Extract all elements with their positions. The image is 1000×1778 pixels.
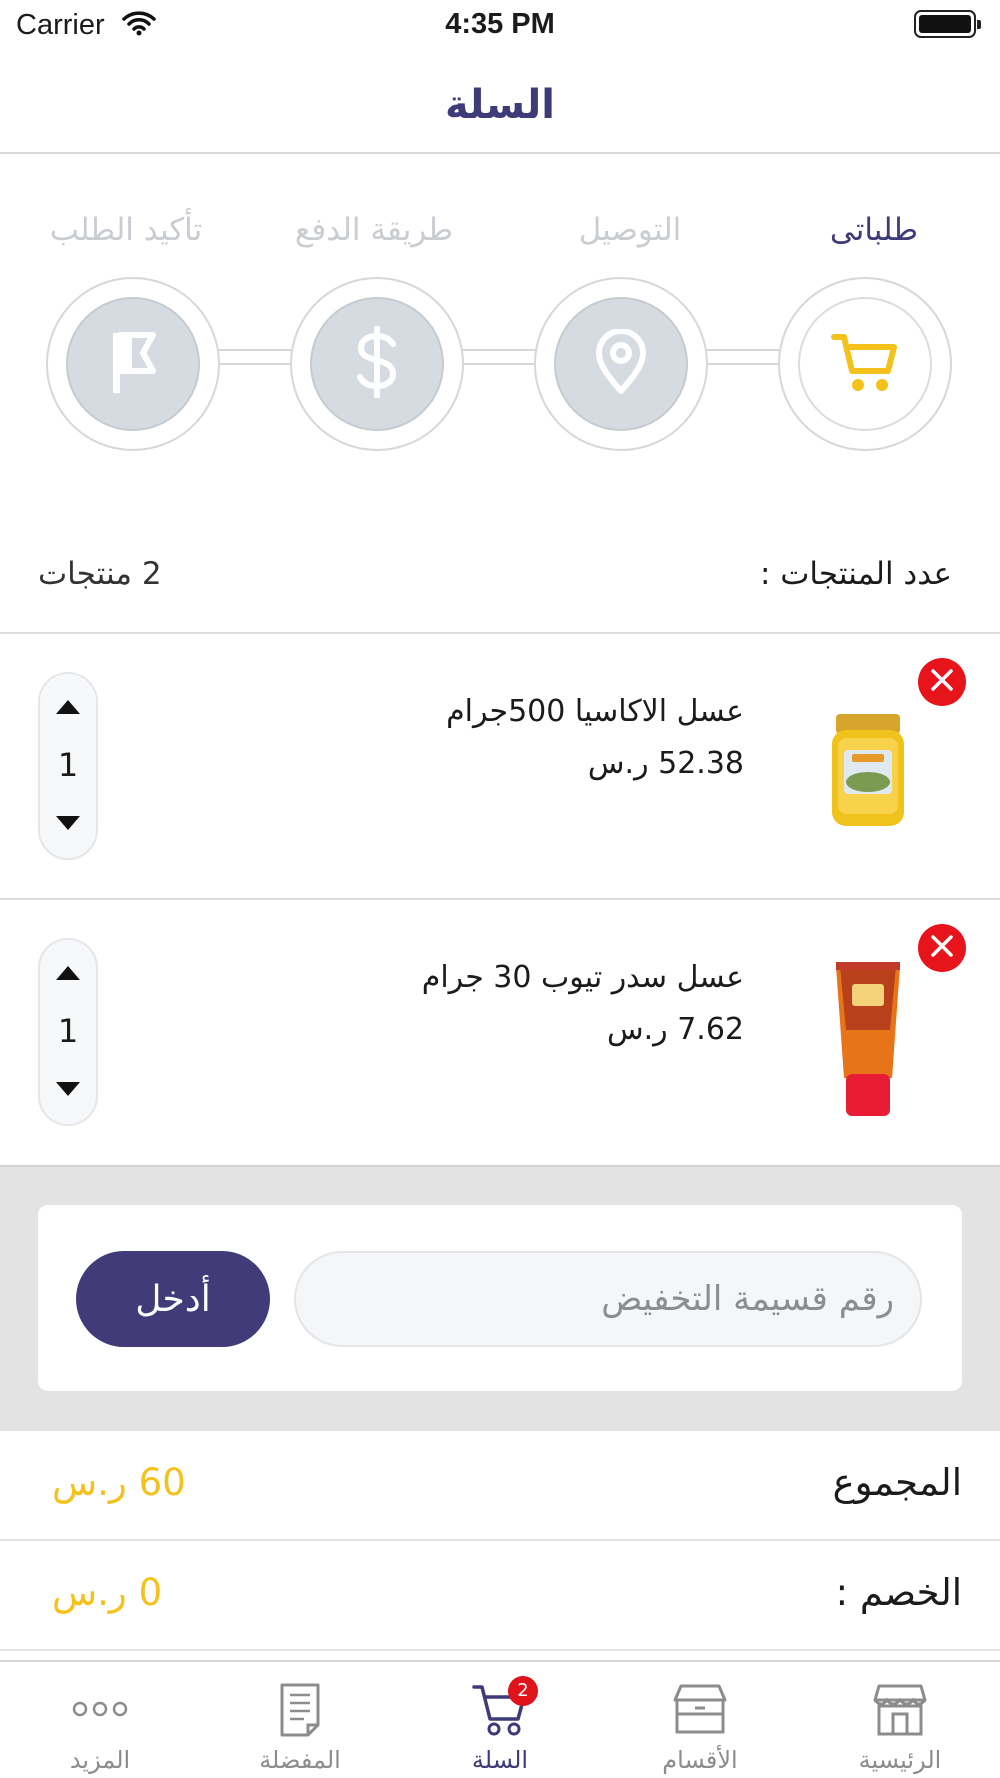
tab-label: السلة [471, 1746, 529, 1774]
dollar-icon [355, 325, 399, 402]
tab-label: المفضلة [259, 1746, 341, 1774]
discount-row: الخصم : 0 ر.س [0, 1541, 1000, 1651]
cart-item: عسل سدر تيوب 30 جرام 7.62 ر.س 1 [0, 900, 1000, 1164]
product-count-value: 2 منتجات [38, 556, 162, 592]
tab-more[interactable]: المزيد [0, 1680, 200, 1778]
step-orders[interactable] [778, 277, 952, 451]
store-icon [870, 1680, 930, 1738]
flag-icon [109, 329, 157, 399]
tab-bar: الرئيسية الأقسام 2 السلة المفضلة المزيد [0, 1660, 1000, 1778]
quantity-stepper: 1 [38, 938, 98, 1126]
apply-coupon-button[interactable]: أدخل [76, 1251, 270, 1347]
coupon-section: أدخل [0, 1165, 1000, 1431]
tab-cart[interactable]: 2 السلة [400, 1676, 600, 1778]
product-price: 52.38 ر.س [587, 746, 744, 781]
remove-item-button[interactable] [918, 924, 966, 972]
close-icon [930, 668, 954, 696]
triangle-down-icon [56, 815, 80, 834]
product-name: عسل سدر تيوب 30 جرام [421, 960, 744, 995]
tab-label: المزيد [69, 1746, 131, 1774]
tab-label: الرئيسية [858, 1746, 942, 1774]
status-bar: Carrier 4:35 PM [0, 0, 1000, 50]
box-icon [670, 1680, 730, 1738]
battery-icon [914, 10, 981, 38]
quantity-value: 1 [57, 746, 79, 784]
tab-home[interactable]: الرئيسية [800, 1680, 1000, 1778]
clock: 4:35 PM [445, 8, 555, 40]
step-label-delivery: التوصيل [578, 212, 682, 248]
total-value: 60 ر.س [52, 1461, 186, 1504]
step-label-payment: طريقة الدفع [294, 212, 454, 248]
total-label: المجموع [832, 1461, 962, 1504]
coupon-code-input[interactable] [294, 1251, 922, 1347]
tab-label: الأقسام [662, 1746, 738, 1774]
cart-icon [830, 329, 900, 399]
step-confirm[interactable] [46, 277, 220, 451]
location-pin-icon [595, 328, 647, 399]
nav-divider [0, 152, 1000, 154]
quantity-stepper: 1 [38, 672, 98, 860]
step-label-confirm: تأكيد الطلب [49, 212, 203, 248]
step-connector [216, 349, 296, 365]
discount-label: الخصم : [835, 1571, 962, 1614]
discount-value: 0 ر.س [52, 1571, 163, 1614]
honey-tube-image [818, 960, 918, 1116]
document-icon [270, 1680, 330, 1738]
step-delivery[interactable] [534, 277, 708, 451]
cart-badge: 2 [508, 1676, 538, 1706]
triangle-up-icon [56, 965, 80, 984]
step-connector [460, 349, 540, 365]
tab-favorites[interactable]: المفضلة [200, 1680, 400, 1778]
triangle-down-icon [56, 1081, 80, 1100]
product-count-label: عدد المنتجات : [759, 556, 952, 592]
increase-quantity-button[interactable] [40, 688, 96, 728]
more-dots-icon [70, 1680, 130, 1738]
page-title: السلة [444, 82, 556, 128]
total-row: المجموع 60 ر.س [0, 1431, 1000, 1541]
tab-categories[interactable]: الأقسام [600, 1680, 800, 1778]
triangle-up-icon [56, 699, 80, 718]
quantity-value: 1 [57, 1012, 79, 1050]
product-price: 7.62 ر.س [607, 1012, 744, 1047]
coupon-card: أدخل [38, 1205, 962, 1391]
decrease-quantity-button[interactable] [40, 1070, 96, 1110]
increase-quantity-button[interactable] [40, 954, 96, 994]
remove-item-button[interactable] [918, 658, 966, 706]
cart-item: عسل الاكاسيا 500جرام 52.38 ر.س 1 [0, 634, 1000, 898]
close-icon [930, 934, 954, 962]
step-payment[interactable] [290, 277, 464, 451]
honey-jar-image [818, 694, 918, 844]
step-label-orders: طلباتى [829, 212, 919, 248]
decrease-quantity-button[interactable] [40, 804, 96, 844]
step-connector [704, 349, 784, 365]
product-name: عسل الاكاسيا 500جرام [446, 694, 744, 729]
